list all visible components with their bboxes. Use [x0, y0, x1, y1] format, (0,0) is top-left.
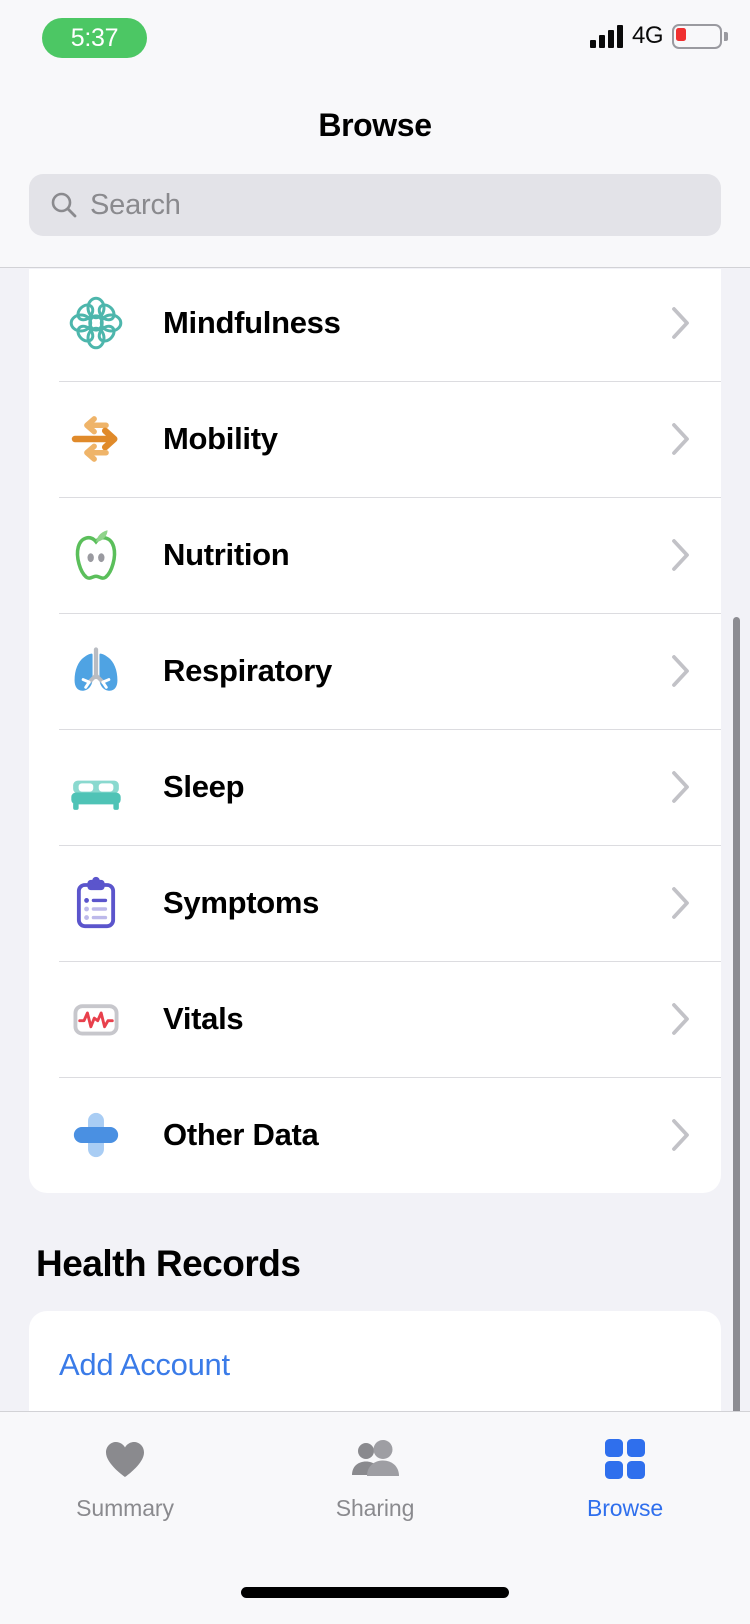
tab-browse[interactable]: Browse [500, 1436, 750, 1522]
list-item[interactable]: Mobility [29, 381, 721, 497]
categories-card: Mindfulness Mobility Nutrition Respirato… [29, 269, 721, 1193]
list-item[interactable]: Other Data [29, 1077, 721, 1193]
health-records-section-title: Health Records [36, 1243, 301, 1284]
vertical-scrollbar[interactable] [733, 617, 740, 1411]
mobility-arrows-icon [59, 402, 133, 476]
sleep-bed-icon [59, 750, 133, 824]
health-browse-screen: 5:37 4G Browse Search Mindfulness Mobili… [0, 0, 750, 1624]
list-item-label: Nutrition [163, 537, 290, 572]
search-icon [51, 192, 77, 218]
chevron-right-icon [672, 655, 689, 687]
list-item[interactable]: Nutrition [29, 497, 721, 613]
cellular-signal-icon [589, 24, 623, 48]
status-indicators: 4G [589, 22, 728, 50]
list-item-label: Mindfulness [163, 305, 341, 340]
network-type-label: 4G [631, 22, 664, 49]
status-bar: 5:37 4G [0, 0, 750, 88]
list-item-label: Symptoms [163, 885, 320, 920]
search-placeholder: Search [90, 188, 181, 221]
list-item-label: Vitals [163, 1001, 244, 1036]
chevron-right-icon [672, 1119, 689, 1151]
vitals-monitor-icon [59, 982, 133, 1056]
respiratory-lungs-icon [59, 634, 133, 708]
list-item[interactable]: Symptoms [29, 845, 721, 961]
tab-sharing[interactable]: Sharing [250, 1436, 500, 1522]
chevron-right-icon [672, 539, 689, 571]
mindfulness-brain-icon [59, 286, 133, 360]
chevron-right-icon [672, 887, 689, 919]
tab-bar: Summary Sharing Browse [0, 1411, 750, 1624]
search-input[interactable]: Search [29, 174, 721, 236]
tab-label-browse: Browse [586, 1495, 664, 1521]
list-item[interactable]: Respiratory [29, 613, 721, 729]
list-item-label: Sleep [163, 769, 245, 804]
list-item-label: Other Data [163, 1117, 319, 1152]
add-account-button[interactable]: Add Account [59, 1347, 230, 1383]
list-item-label: Mobility [163, 421, 278, 456]
scroll-content[interactable]: Mindfulness Mobility Nutrition Respirato… [0, 269, 750, 1411]
list-item[interactable]: Vitals [29, 961, 721, 1077]
status-time: 5:37 [42, 18, 147, 58]
chevron-right-icon [672, 1003, 689, 1035]
list-item-label: Respiratory [163, 653, 332, 688]
header-divider [0, 267, 750, 268]
chevron-right-icon [672, 307, 689, 339]
tab-label-sharing: Sharing [335, 1495, 415, 1521]
tab-label-summary: Summary [76, 1495, 174, 1521]
chevron-right-icon [672, 423, 689, 455]
home-indicator [241, 1587, 509, 1598]
other-data-cross-icon [59, 1098, 133, 1172]
chevron-right-icon [672, 771, 689, 803]
page-title: Browse [318, 107, 432, 143]
people-icon [349, 1436, 401, 1482]
heart-icon [103, 1436, 147, 1482]
health-records-card: Add Account [29, 1311, 721, 1411]
navigation-header: Browse Search [0, 88, 750, 268]
symptoms-clipboard-icon [59, 866, 133, 940]
list-item[interactable]: Mindfulness [29, 269, 721, 381]
tab-summary[interactable]: Summary [0, 1436, 250, 1522]
grid-icon [603, 1436, 647, 1482]
list-item[interactable]: Sleep [29, 729, 721, 845]
nutrition-apple-icon [59, 518, 133, 592]
battery-low-icon [672, 23, 728, 49]
